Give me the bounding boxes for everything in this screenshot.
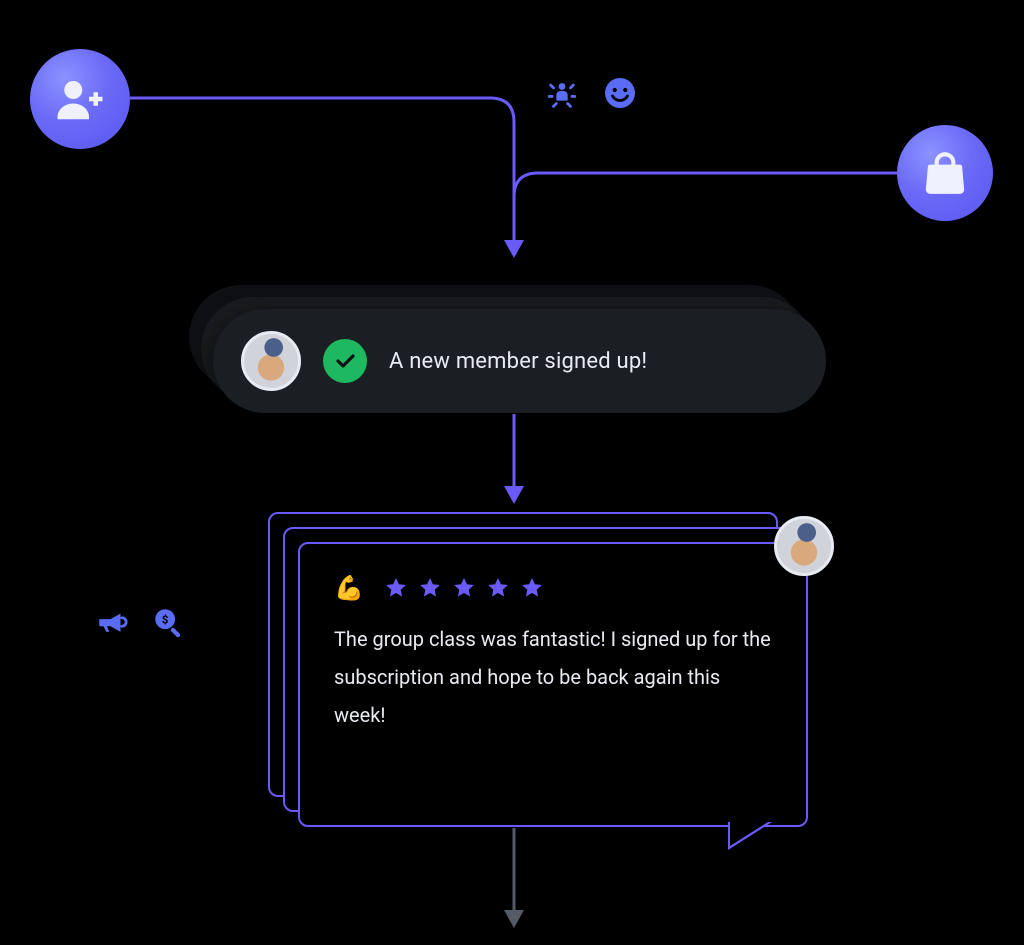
svg-text:$: $ [162, 612, 169, 626]
member-avatar [241, 331, 301, 391]
shopping-bag-node [897, 125, 993, 221]
smile-face-icon [602, 75, 638, 115]
reviewer-avatar [774, 516, 834, 576]
connector-bottom [500, 828, 528, 936]
star-icon [418, 576, 442, 600]
sparkle-person-icon [545, 78, 579, 116]
star-icon [384, 576, 408, 600]
search-dollar-icon: $ [151, 605, 185, 643]
star-rating [384, 576, 544, 600]
success-check-icon [323, 339, 367, 383]
speech-bubble-tail [728, 824, 772, 852]
star-icon [486, 576, 510, 600]
user-add-icon [53, 72, 107, 126]
review-stack: 💪 The group class was fantastic! I signe… [268, 512, 808, 827]
notification-card: A new member signed up! [213, 309, 826, 413]
megaphone-icon [95, 605, 129, 643]
notification-text: A new member signed up! [389, 349, 647, 374]
shopping-bag-icon [920, 148, 970, 198]
review-text: The group class was fantastic! I signed … [334, 620, 772, 734]
connector-right [514, 170, 904, 210]
star-icon [452, 576, 476, 600]
user-add-node [30, 49, 130, 149]
star-icon [520, 576, 544, 600]
notification-stack: A new member signed up! [189, 285, 826, 413]
side-icons-group: $ [95, 605, 185, 643]
review-card: 💪 The group class was fantastic! I signe… [298, 542, 808, 827]
connector-left [130, 95, 530, 275]
flex-emoji: 💪 [334, 574, 364, 602]
connector-mid [500, 414, 528, 512]
